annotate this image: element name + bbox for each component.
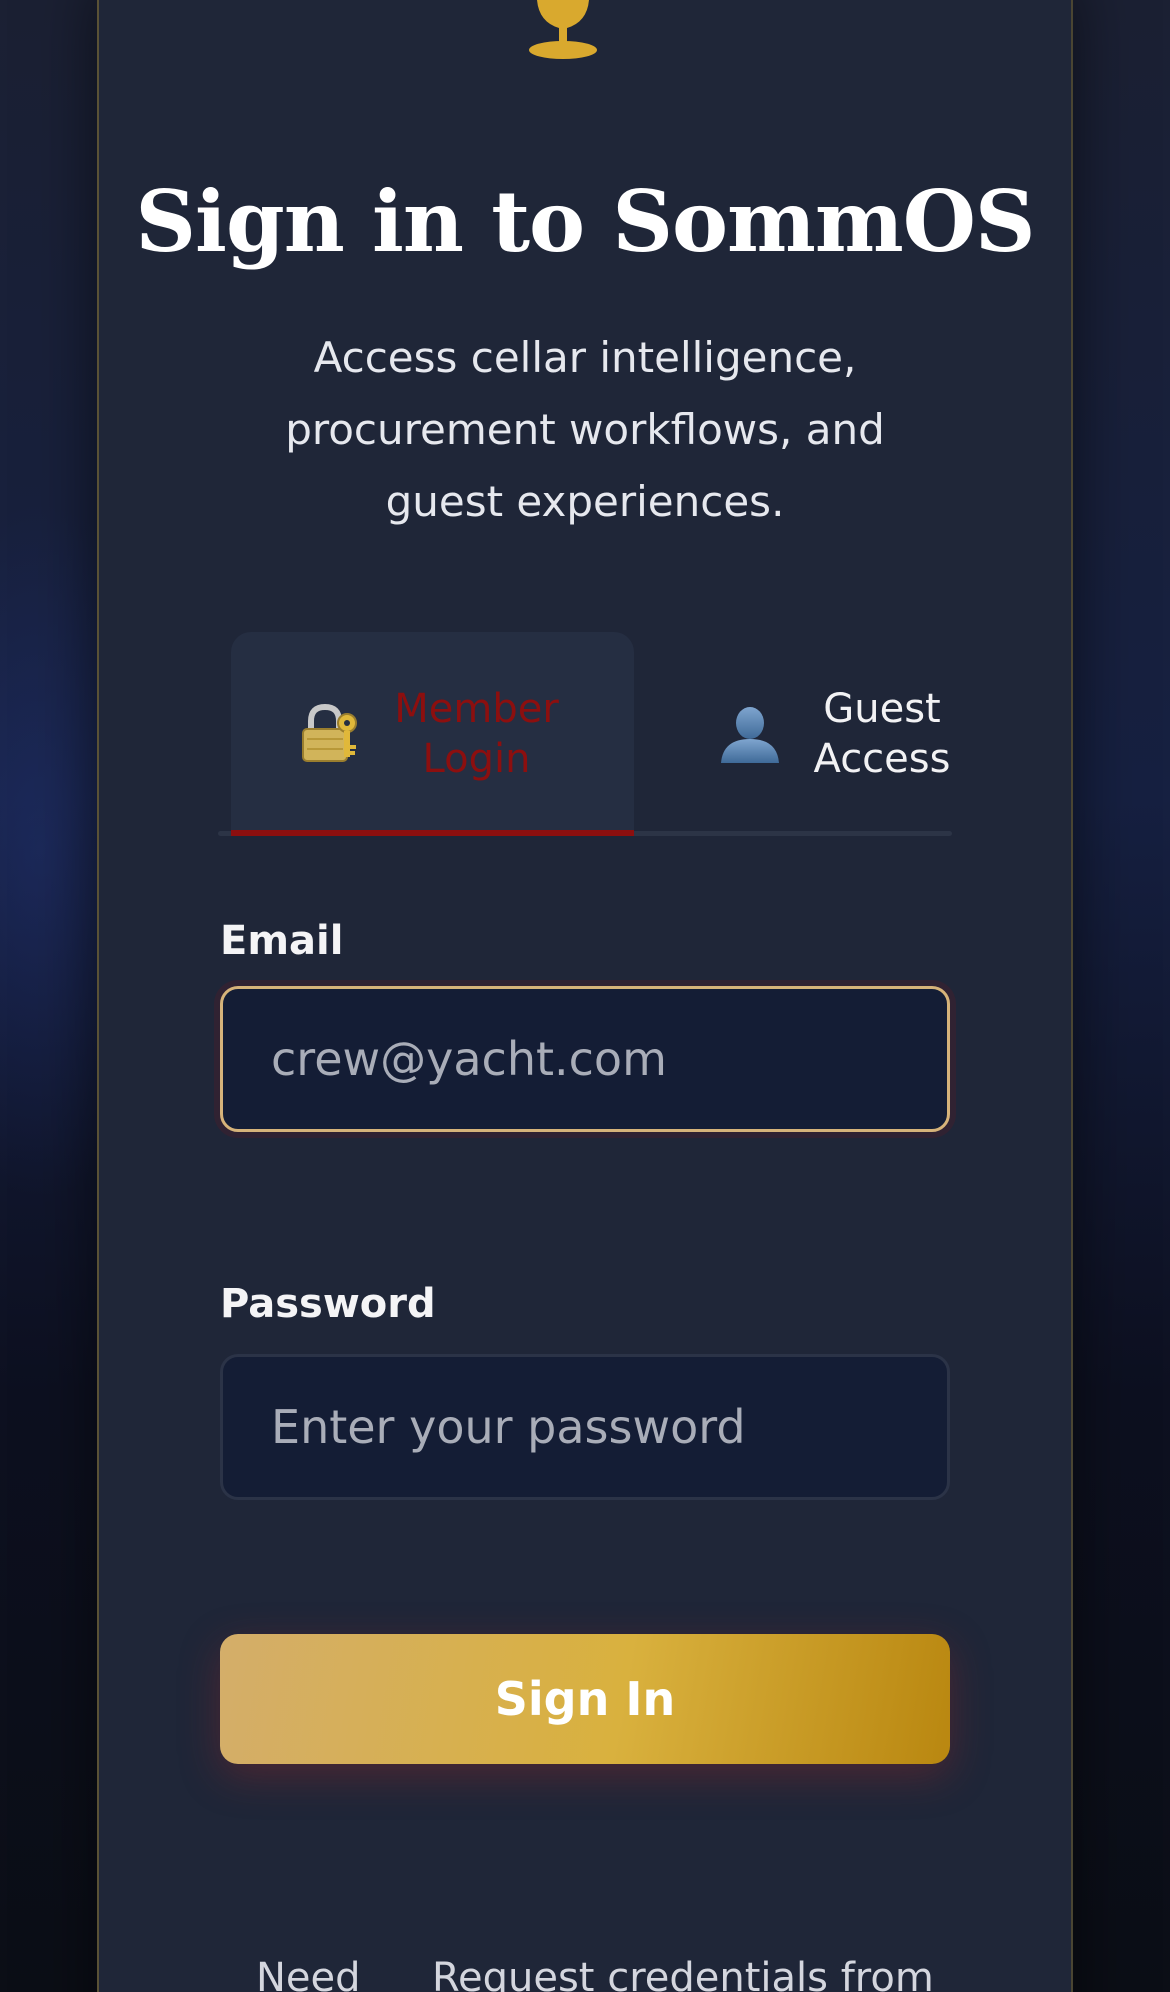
footer-need-text: Need: [256, 1955, 361, 1992]
tab-member-login[interactable]: Member Login: [231, 632, 634, 836]
tab-guest-access-label: Guest Access: [813, 686, 951, 782]
login-mode-tabs: Member Login Guest Access: [218, 632, 952, 836]
page-title: Sign in to SommOS: [135, 172, 1035, 271]
email-label: Email: [220, 918, 344, 964]
password-field[interactable]: [220, 1354, 950, 1500]
email-field[interactable]: [220, 986, 950, 1132]
password-label: Password: [220, 1281, 436, 1327]
active-tab-indicator: [231, 830, 634, 836]
goblet-icon: [529, 0, 597, 59]
login-page: Sign in to SommOS Access cellar intellig…: [0, 0, 1170, 1992]
user-silhouette-icon: [721, 707, 779, 763]
tab-member-login-label: Member Login: [394, 686, 559, 782]
page-subtitle: Access cellar intelligence, procurement …: [285, 333, 885, 526]
request-credentials-link[interactable]: Request credentials from: [432, 1955, 934, 1992]
lock-with-key-icon: [301, 703, 357, 762]
tab-guest-access[interactable]: Guest Access: [688, 632, 988, 836]
sign-in-button[interactable]: Sign In: [220, 1634, 950, 1764]
